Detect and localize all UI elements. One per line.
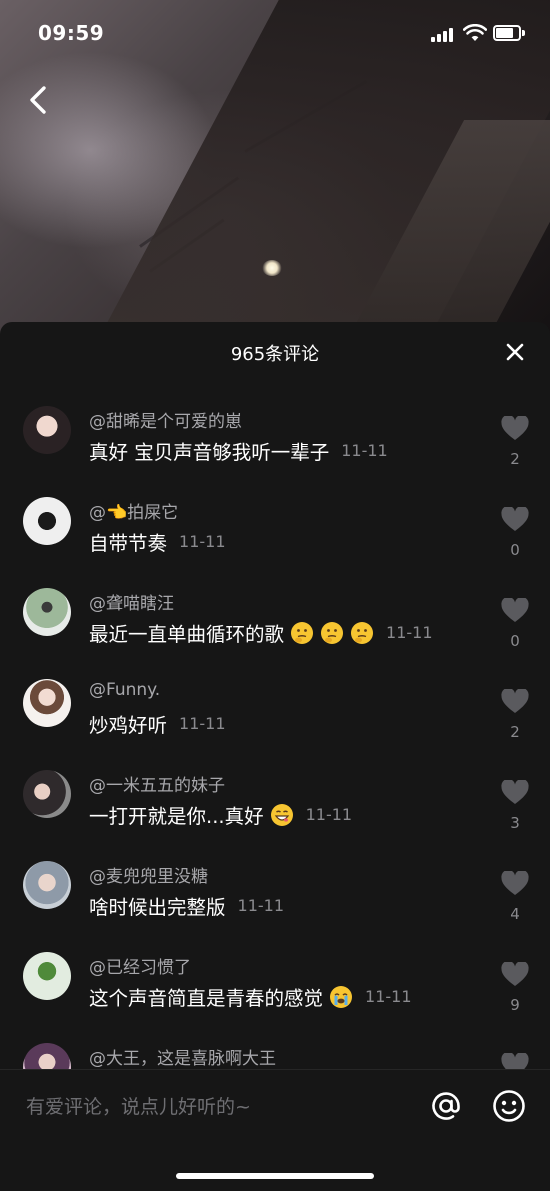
heart-icon — [501, 869, 529, 895]
home-indicator[interactable] — [176, 1173, 374, 1179]
comment-text: 这个声音简直是青春的感觉 — [89, 987, 324, 1010]
avatar[interactable] — [23, 1043, 71, 1070]
heart-icon — [501, 505, 529, 531]
avatar[interactable] — [23, 406, 71, 454]
emoji-icon — [493, 1090, 525, 1122]
at-icon — [432, 1092, 460, 1120]
comment-content: 啥时候出完整版 11-11 — [89, 891, 284, 920]
heart-icon — [501, 778, 529, 804]
comment-input[interactable] — [26, 1090, 406, 1124]
comment-item[interactable]: @大王，这是喜脉啊大王 — [0, 1029, 550, 1070]
heart-icon — [501, 687, 529, 713]
thinking-face-icon — [321, 621, 344, 644]
comment-date: 11-11 — [237, 896, 285, 915]
like-button[interactable]: 0 — [499, 505, 531, 563]
comment-content: 这个声音简直是青春的感觉 11-11 — [89, 982, 412, 1011]
comment-text: 啥时候出完整版 — [89, 896, 226, 919]
like-count: 3 — [510, 814, 520, 832]
comment-list[interactable]: @甜晞是个可爱的崽真好 宝贝声音够我听一辈子 11-11 2 @👈拍屎它自带节奏 11-… — [0, 392, 550, 1070]
mention-button[interactable] — [428, 1088, 464, 1124]
comment-panel: 965条评论 @甜晞是个可爱的崽真好 宝贝声音够我听一辈子 11-11 2 @👈拍屎它… — [0, 322, 550, 1191]
thinking-face-icon — [291, 621, 314, 644]
comment-date: 11-11 — [305, 805, 353, 824]
comment-content: 自带节奏 11-11 — [89, 527, 226, 556]
like-button[interactable]: 4 — [499, 869, 531, 927]
comment-count-title: 965条评论 — [230, 344, 320, 365]
like-button[interactable]: 2 — [499, 687, 531, 745]
comment-item[interactable]: @Funny. 炒鸡好听 11-11 2 — [0, 665, 550, 756]
comment-item[interactable]: @聋喵瞎汪最近一直单曲循环的歌 11-11 0 — [0, 574, 550, 665]
wifi-icon — [463, 24, 487, 41]
like-button[interactable]: 2 — [499, 414, 531, 472]
avatar[interactable] — [23, 497, 71, 545]
comment-username[interactable]: @已经习惯了 — [89, 953, 191, 978]
comment-username[interactable]: @Funny. — [89, 680, 160, 700]
thinking-face-icon — [351, 621, 374, 644]
comment-username[interactable]: @甜晞是个可爱的崽 — [89, 407, 242, 432]
close-button[interactable] — [502, 339, 528, 365]
avatar[interactable] — [23, 588, 71, 636]
avatar[interactable] — [23, 679, 71, 727]
close-icon — [506, 343, 524, 361]
comment-date: 11-11 — [341, 441, 388, 460]
comment-text: 真好 宝贝声音够我听一辈子 — [89, 441, 330, 464]
comment-username[interactable]: @麦兜兜里没糖 — [89, 862, 208, 887]
back-button[interactable] — [22, 82, 56, 118]
chevron-left-icon — [30, 86, 46, 114]
comment-date: 11-11 — [365, 987, 412, 1006]
heart-icon — [501, 596, 529, 622]
comment-text: 炒鸡好听 — [89, 714, 168, 737]
like-count: 4 — [510, 905, 520, 923]
comment-text: 一打开就是你...真好 — [89, 805, 264, 828]
comment-input-bar — [0, 1069, 550, 1191]
like-button[interactable]: 3 — [499, 778, 531, 836]
comment-date: 11-11 — [179, 532, 226, 551]
like-count: 0 — [510, 541, 520, 559]
comment-item[interactable]: @麦兜兜里没糖 啥时候出完整版 11-11 4 — [0, 847, 550, 938]
like-count: 2 — [510, 723, 520, 741]
comment-content: 一打开就是你...真好 11-11 — [89, 800, 352, 829]
status-time: 09:59 — [38, 21, 105, 45]
comment-text: 最近一直单曲循环的歌 — [89, 623, 285, 646]
like-button[interactable]: 0 — [499, 596, 531, 654]
like-button[interactable]: 9 — [499, 960, 531, 1018]
comment-item[interactable]: @一米五五的妹子一打开就是你...真好 11-11 3 — [0, 756, 550, 847]
like-count: 2 — [510, 450, 520, 468]
grinning-face-icon — [270, 803, 293, 826]
heart-icon — [501, 1051, 529, 1070]
like-count: 9 — [510, 996, 520, 1014]
status-bar: 09:59 — [0, 0, 550, 68]
avatar[interactable] — [23, 770, 71, 818]
comment-item[interactable]: @👈拍屎它自带节奏 11-11 0 — [0, 483, 550, 574]
avatar[interactable] — [23, 861, 71, 909]
comment-content: 最近一直单曲循环的歌 11-11 — [89, 618, 433, 647]
comment-item[interactable]: @甜晞是个可爱的崽真好 宝贝声音够我听一辈子 11-11 2 — [0, 392, 550, 483]
heart-icon — [501, 414, 529, 440]
comment-item[interactable]: @已经习惯了这个声音简直是青春的感觉 11-11 9 — [0, 938, 550, 1029]
comment-content: 真好 宝贝声音够我听一辈子 11-11 — [89, 436, 388, 465]
like-button[interactable] — [499, 1051, 531, 1070]
comment-date: 11-11 — [386, 623, 433, 642]
comment-username[interactable]: @大王，这是喜脉啊大王 — [89, 1044, 276, 1069]
comment-username[interactable]: @聋喵瞎汪 — [89, 589, 174, 614]
comment-username[interactable]: @👈拍屎它 — [89, 498, 178, 523]
comment-text: 自带节奏 — [89, 532, 168, 555]
heart-icon — [501, 960, 529, 986]
like-count: 0 — [510, 632, 520, 650]
comment-date: 11-11 — [179, 714, 226, 733]
emoji-button[interactable] — [491, 1088, 527, 1124]
battery-icon — [493, 25, 525, 41]
video-light-spot — [262, 260, 282, 276]
crying-face-icon — [330, 985, 353, 1008]
avatar[interactable] — [23, 952, 71, 1000]
comment-content: 炒鸡好听 11-11 — [89, 709, 226, 738]
signal-icon — [431, 28, 457, 42]
comment-username[interactable]: @一米五五的妹子 — [89, 771, 225, 796]
